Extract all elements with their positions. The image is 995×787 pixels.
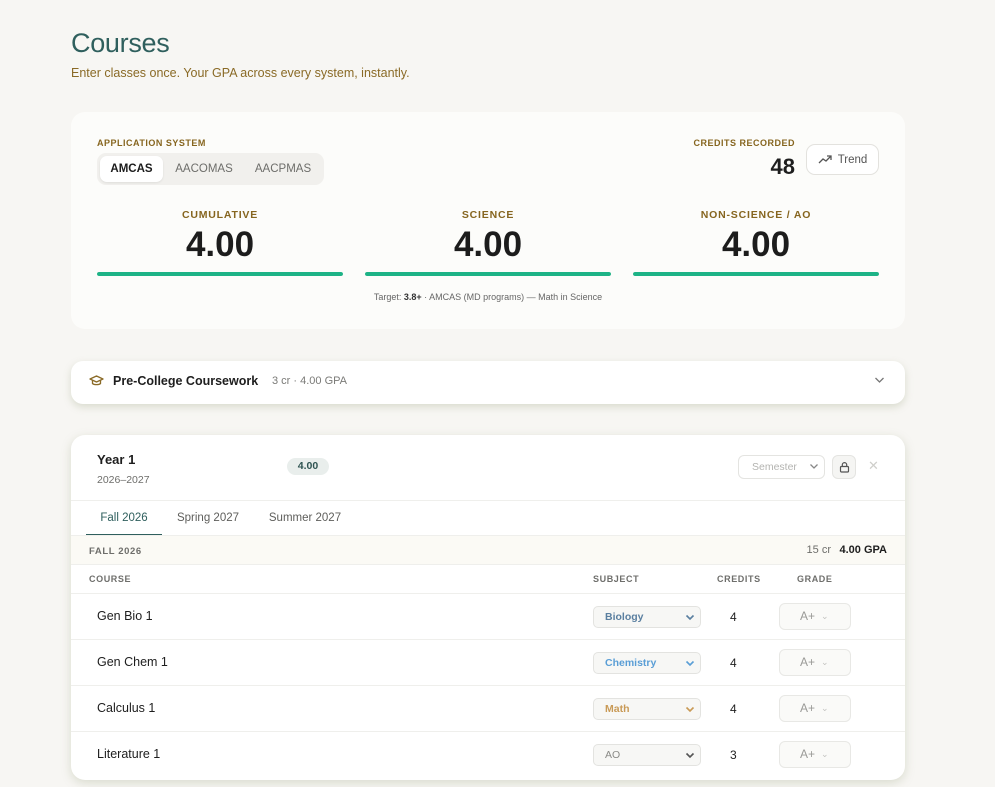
course-credits[interactable]: 4 — [730, 656, 737, 670]
tab-summer-2027[interactable]: Summer 2027 — [261, 501, 349, 536]
trend-button[interactable]: Trend — [806, 144, 879, 175]
tab-fall-2026[interactable]: Fall 2026 — [86, 501, 162, 536]
course-name[interactable]: Calculus 1 — [97, 701, 155, 715]
grade-select[interactable]: A+ ⌄ — [779, 741, 851, 768]
trend-label: Trend — [837, 153, 868, 166]
subject-value: Biology — [605, 611, 644, 623]
chevron-down-icon — [685, 752, 695, 759]
chevron-down-icon: ⌄ — [821, 611, 829, 621]
system-tab-aacomas[interactable]: AACOMAS — [165, 156, 243, 182]
metric-bar — [97, 272, 343, 276]
column-header-grade: GRADE — [797, 574, 833, 584]
metric-cumulative: CUMULATIVE 4.00 — [97, 209, 343, 276]
metric-label: NON-SCIENCE / AO — [700, 209, 812, 221]
lock-icon — [839, 462, 849, 473]
term-credits: 15 cr — [806, 544, 831, 556]
grade-value: A+ — [800, 655, 816, 669]
metric-value: 4.00 — [721, 225, 791, 264]
subject-select[interactable]: Math — [593, 698, 701, 720]
metric-label: SCIENCE — [461, 209, 515, 221]
course-rows: Gen Bio 1 Biology 4 A+ ⌄ Gen Chem 1 Chemi… — [71, 593, 905, 777]
target-value: 3.8+ — [403, 292, 422, 302]
grade-select[interactable]: A+ ⌄ — [779, 695, 851, 722]
course-name[interactable]: Gen Chem 1 — [97, 655, 168, 669]
system-tab-amcas[interactable]: AMCAS — [100, 156, 163, 182]
metric-bar-fill — [365, 272, 611, 276]
table-row: Calculus 1 Math 4 A+ ⌄ — [71, 685, 905, 731]
graduation-cap-icon — [89, 375, 104, 386]
course-credits[interactable]: 3 — [730, 748, 737, 762]
chevron-down-icon: ⌄ — [821, 749, 829, 759]
subject-value: Math — [605, 703, 630, 715]
metric-value: 4.00 — [453, 225, 523, 264]
term-name: FALL 2026 — [89, 546, 142, 557]
column-header-credits: CREDITS — [717, 574, 761, 584]
term-tabs: Fall 2026 Spring 2027 Summer 2027 — [71, 500, 905, 536]
metric-bar-fill — [633, 272, 879, 276]
semester-placeholder: Semester — [752, 461, 797, 473]
column-header-subject: SUBJECT — [593, 574, 640, 584]
chevron-down-icon — [810, 464, 818, 469]
subject-value: AO — [605, 749, 621, 761]
table-row: Gen Bio 1 Biology 4 A+ ⌄ — [71, 593, 905, 639]
application-system-label: APPLICATION SYSTEM — [97, 138, 206, 148]
grade-select[interactable]: A+ ⌄ — [779, 649, 851, 676]
trend-up-icon — [818, 154, 832, 163]
page-title: Courses — [71, 28, 170, 58]
course-name[interactable]: Literature 1 — [97, 747, 160, 761]
chevron-down-icon — [685, 614, 695, 621]
table-row: Gen Chem 1 Chemistry 4 A+ ⌄ — [71, 639, 905, 685]
metric-bar-fill — [97, 272, 343, 276]
chevron-down-icon: ⌄ — [821, 657, 829, 667]
subject-select[interactable]: AO — [593, 744, 701, 766]
course-credits[interactable]: 4 — [730, 702, 737, 716]
term-gpa: 4.00 GPA — [839, 544, 888, 556]
close-icon[interactable]: ✕ — [868, 458, 879, 474]
chevron-down-icon — [685, 706, 695, 713]
metric-label: CUMULATIVE — [181, 209, 259, 221]
precollege-section[interactable]: Pre-College Coursework 3 cr · 4.00 GPA — [71, 361, 905, 404]
system-tab-aacpmas[interactable]: AACPMAS — [245, 156, 321, 182]
course-credits[interactable]: 4 — [730, 610, 737, 624]
year-range: 2026–2027 — [97, 474, 150, 486]
grade-value: A+ — [800, 701, 816, 715]
subject-select[interactable]: Chemistry — [593, 652, 701, 674]
year-title: Year 1 — [97, 452, 136, 467]
credits-recorded-value: 48 — [770, 154, 795, 179]
precollege-title: Pre-College Coursework — [113, 374, 259, 388]
term-header: FALL 2026 15 cr 4.00 GPA — [71, 535, 905, 565]
year-gpa-badge: 4.00 — [287, 458, 329, 475]
grade-select[interactable]: A+ ⌄ — [779, 603, 851, 630]
metric-bar — [633, 272, 879, 276]
precollege-meta: 3 cr · 4.00 GPA — [272, 375, 347, 387]
tab-spring-2027[interactable]: Spring 2027 — [170, 501, 246, 536]
grade-value: A+ — [800, 609, 816, 623]
target-text: Target: 3.8+ · AMCAS (MD programs) — Mat… — [373, 292, 603, 302]
grade-value: A+ — [800, 747, 816, 761]
table-row: Literature 1 AO 3 A+ ⌄ — [71, 731, 905, 777]
course-name[interactable]: Gen Bio 1 — [97, 609, 153, 623]
metric-value: 4.00 — [185, 225, 255, 264]
lock-button[interactable] — [832, 455, 856, 479]
year-card: Year 1 2026–2027 4.00 Semester ✕ Fall 20… — [71, 435, 905, 780]
chevron-down-icon: ⌄ — [821, 703, 829, 713]
subject-select[interactable]: Biology — [593, 606, 701, 628]
system-tabs: AMCAS AACOMAS AACPMAS — [97, 153, 324, 185]
gpa-summary-card: APPLICATION SYSTEM AMCAS AACOMAS AACPMAS… — [71, 112, 905, 329]
page-subtitle: Enter classes once. Your GPA across ever… — [71, 66, 410, 80]
credits-recorded-label: CREDITS RECORDED — [693, 138, 795, 148]
chevron-down-icon[interactable] — [874, 376, 885, 384]
column-header-course: COURSE — [89, 574, 132, 584]
metric-science: SCIENCE 4.00 — [365, 209, 611, 276]
semester-select[interactable]: Semester — [738, 455, 825, 479]
metric-bar — [365, 272, 611, 276]
chevron-down-icon — [685, 660, 695, 667]
metric-non-science: NON-SCIENCE / AO 4.00 — [633, 209, 879, 276]
subject-value: Chemistry — [605, 657, 657, 669]
